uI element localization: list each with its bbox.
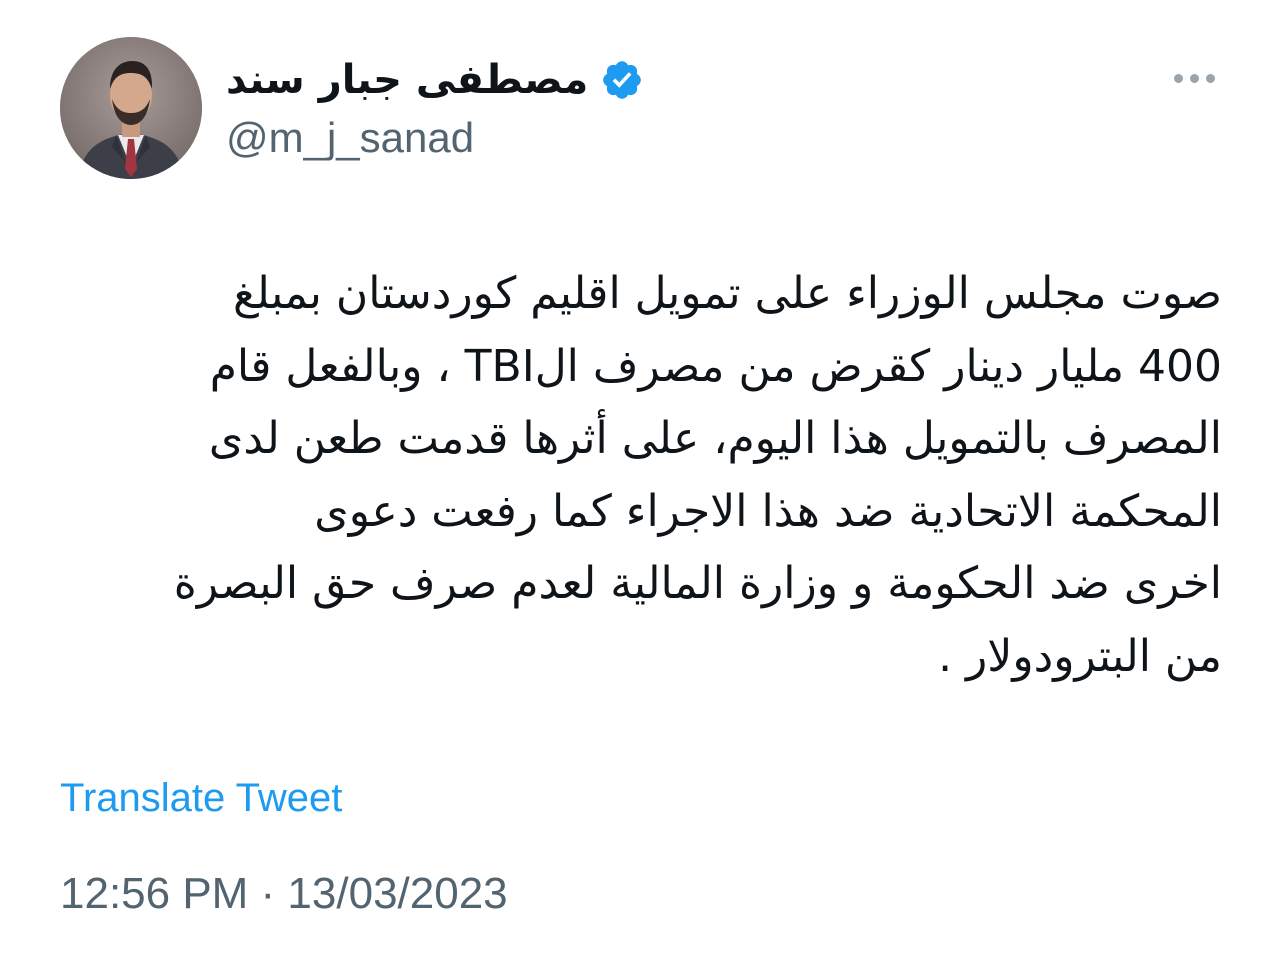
dot — [1205, 73, 1215, 83]
translate-tweet-link[interactable]: Translate Tweet — [60, 770, 342, 826]
tweet-text: صوت مجلس الوزراء على تمويل اقليم كوردستا… — [56, 258, 1222, 693]
verified-badge-icon — [600, 58, 644, 102]
tweet-text-line: صوت مجلس الوزراء على تمويل اقليم كوردستا… — [232, 268, 1222, 319]
tweet-text-line: المحكمة الاتحادية ضد هذا الاجراء كما رفع… — [314, 485, 1222, 537]
tweet-text-line: اخرى ضد الحكومة و وزارة المالية لعدم صرف… — [173, 558, 1222, 609]
dot — [1173, 73, 1183, 83]
avatar[interactable] — [60, 37, 202, 179]
author-username[interactable]: @m_j_sanad — [226, 110, 474, 166]
tweet-timestamp[interactable]: 12:56 PM · 13/03/2023 — [60, 864, 508, 924]
dot — [1189, 73, 1199, 83]
tweet-text-line: 400 مليار دينار كقرض من مصرف الTBI ، وبا… — [209, 340, 1222, 392]
more-options-icon[interactable] — [1168, 60, 1220, 96]
tweet-card: مصطفى جبار سند @m_j_sanad صوت مجلس الوزر… — [0, 0, 1280, 953]
author-name-row[interactable]: مصطفى جبار سند — [226, 52, 644, 108]
tweet-text-line: المصرف بالتمويل هذا اليوم، على أثرها قدم… — [208, 413, 1222, 464]
person-portrait-avatar-icon — [60, 37, 202, 179]
tweet-text-line: من البترودولار . — [938, 630, 1222, 682]
author-display-name[interactable]: مصطفى جبار سند — [226, 52, 588, 108]
